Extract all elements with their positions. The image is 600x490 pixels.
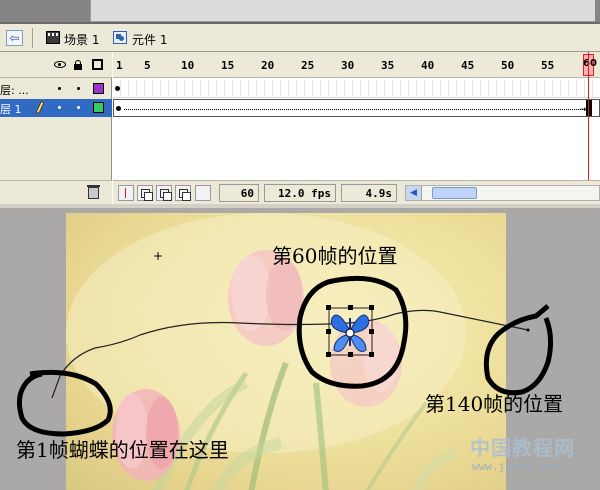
watermark-url: www.jcwcn.com (472, 460, 559, 473)
pencil-icon (35, 100, 45, 115)
scene-clapper-icon (46, 31, 60, 44)
frame-row-guide[interactable] (113, 80, 600, 98)
frame-rate-field: 12.0 fps (264, 184, 336, 202)
modify-onion-markers-icon[interactable] (195, 185, 211, 201)
annotation-frame1: 第1帧蝴蝶的位置在这里 (16, 438, 229, 462)
layer-color-swatch[interactable] (93, 102, 104, 113)
frame-row-layer-1[interactable]: → (113, 99, 600, 117)
onion-skin-outline-icon[interactable] (156, 185, 172, 201)
frame-ruler[interactable]: 1 5 10 15 20 25 30 35 40 45 50 55 60 (113, 52, 600, 78)
layers-column: 层: ... 层 1 (0, 52, 112, 204)
breadcrumb: ⇦ 场景 1 元件 1 (0, 24, 600, 52)
ruler-tick: 50 (501, 59, 515, 72)
motion-tween-line (124, 109, 589, 110)
lock-dot[interactable] (77, 87, 80, 90)
symbol-icon (113, 31, 127, 44)
lock-dot[interactable] (77, 106, 80, 109)
layer-name: 层: ... (0, 84, 29, 97)
timeline-status-bar: 60 12.0 fps 4.9s ◀ (113, 180, 600, 204)
ruler-tick: 10 (181, 59, 195, 72)
scroll-left-arrow-icon[interactable]: ◀ (406, 186, 422, 200)
scrollbar-thumb[interactable] (432, 187, 477, 199)
breadcrumb-divider (32, 28, 33, 48)
layers-footer (0, 180, 112, 204)
layer-name: 层 1 (0, 103, 22, 116)
visibility-dot[interactable] (58, 87, 61, 90)
timeline-scrollbar[interactable]: ◀ (405, 185, 600, 201)
flash-editor: ⇦ 场景 1 元件 1 层: ... 层 1 1 5 10 15 20 25 3… (0, 0, 600, 490)
layer-color-swatch[interactable] (93, 83, 104, 94)
ruler-tick: 30 (341, 59, 355, 72)
annotation-frame140: 第140帧的位置 (425, 392, 564, 416)
end-keyframe[interactable] (586, 100, 592, 116)
keyframe-dot[interactable] (115, 86, 120, 91)
layers-header (0, 52, 112, 78)
ruler-tick: 60 (583, 58, 597, 69)
crosshair-cursor-icon: + (153, 249, 164, 263)
document-tab-strip (0, 0, 600, 24)
trash-icon[interactable] (87, 185, 100, 199)
frames-area[interactable]: 1 5 10 15 20 25 30 35 40 45 50 55 60 → 6… (113, 52, 600, 204)
back-arrow-icon[interactable]: ⇦ (6, 30, 23, 46)
layer-row-1[interactable]: 层 1 (0, 99, 112, 117)
layer-row-guide[interactable]: 层: ... (0, 80, 112, 98)
ruler-tick: 1 (116, 59, 123, 72)
annotation-frame60: 第60帧的位置 (272, 244, 398, 268)
current-frame-field: 60 (219, 184, 259, 202)
ruler-tick: 55 (541, 59, 555, 72)
document-tab[interactable] (90, 0, 595, 22)
timeline-panel: 层: ... 层 1 1 5 10 15 20 25 30 35 40 45 5… (0, 52, 600, 204)
ruler-tick: 40 (421, 59, 435, 72)
keyframe-dot[interactable] (116, 106, 121, 111)
watermark-brand: 中国教程网 (470, 436, 575, 460)
ruler-tick: 45 (461, 59, 475, 72)
ruler-tick: 25 (301, 59, 315, 72)
eye-icon[interactable] (54, 61, 66, 68)
center-frame-icon[interactable] (118, 185, 134, 201)
outline-square-icon[interactable] (92, 59, 103, 70)
visibility-dot[interactable] (58, 106, 61, 109)
onion-skin-icon[interactable] (137, 185, 153, 201)
ruler-tick: 35 (381, 59, 395, 72)
breadcrumb-symbol[interactable]: 元件 1 (132, 31, 167, 48)
ruler-tick: 5 (144, 59, 151, 72)
lock-icon[interactable] (73, 60, 83, 70)
edit-multiple-frames-icon[interactable] (175, 185, 191, 201)
breadcrumb-scene[interactable]: 场景 1 (64, 31, 99, 48)
elapsed-time-field: 4.9s (341, 184, 397, 202)
ruler-tick: 20 (261, 59, 275, 72)
playhead-line[interactable] (588, 52, 589, 180)
ruler-tick: 15 (221, 59, 235, 72)
